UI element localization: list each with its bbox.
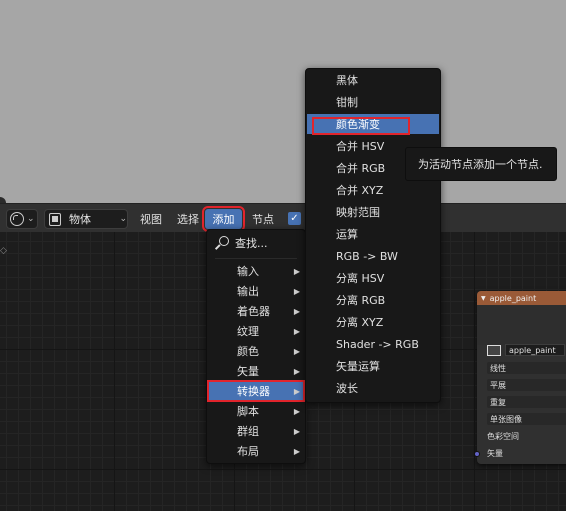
menu-item-label: 输入 [237,265,259,278]
converter-menu-item[interactable]: 分离 XYZ [307,312,439,332]
add-menu-item[interactable]: 布局 ▶ [208,441,304,461]
converter-menu-item[interactable]: 波长 [307,378,439,398]
converter-menu-item[interactable]: 矢量运算 [307,356,439,376]
add-menu-item[interactable]: 输入 ▶ [208,261,304,281]
menu-item-label: 纹理 [237,325,259,338]
add-menu: 查找... 输入 ▶ 输出 ▶ 着色器 ▶ 纹理 ▶ 颜色 ▶ 矢量 ▶ 转换器 ▶ 脚本 ▶ 群组 ▶ 布局 ▶ [206,229,306,464]
submenu-arrow-icon: ▶ [293,266,300,276]
menu-item-label: 布局 [237,445,259,458]
submenu-arrow-icon: ▶ [293,386,300,396]
search-menu-item[interactable]: 查找... [215,234,268,252]
menu-view[interactable]: 视图 [134,209,168,229]
projection-dropdown[interactable]: 平展 [487,379,566,391]
extension-dropdown[interactable]: 重复 [487,396,566,408]
converter-menu-item[interactable]: Shader -> RGB [307,334,439,354]
add-menu-item[interactable]: 矢量 ▶ [208,361,304,381]
interpolation-dropdown[interactable]: 线性 [487,362,566,374]
vector-input-label: 矢量 [487,448,503,458]
add-menu-item[interactable]: 颜色 ▶ [208,341,304,361]
node-title: apple_paint [489,293,537,303]
converter-menu-item[interactable]: 分离 HSV [307,268,439,288]
menu-separator [215,258,297,259]
menu-item-label: 颜色 [237,345,259,358]
menu-item-label: 矢量 [237,365,259,378]
image-icon [487,344,501,356]
menu-item-label: 着色器 [237,305,270,318]
submenu-arrow-icon: ▶ [293,286,300,296]
collapse-triangle-icon[interactable]: ▼ [481,295,486,302]
sidebar-toggle-icon[interactable]: ◇ [0,246,7,256]
submenu-arrow-icon: ▶ [293,306,300,316]
node-editor-header: ⌄ 物体 ⌄ 视图 选择 添加 节点 ✓ 使用 [0,203,566,232]
highlight-annotation-box [312,117,410,135]
image-selector[interactable]: apple_paint [487,344,565,356]
menu-item-label: 脚本 [237,405,259,418]
editor-type-selector[interactable]: ⌄ [6,209,38,229]
converter-menu-item[interactable]: 黑体 [307,70,439,90]
menu-add[interactable]: 添加 [202,206,245,232]
source-dropdown[interactable]: 单张图像 [487,413,566,425]
chevron-down-icon: ⌄ [119,214,127,224]
converter-menu-item[interactable]: 合并 XYZ [307,180,439,200]
add-menu-item[interactable]: 转换器 ▶ [207,380,305,402]
converter-menu-item[interactable]: RGB -> BW [307,246,439,266]
add-menu-item[interactable]: 脚本 ▶ [208,401,304,421]
submenu-arrow-icon: ▶ [293,426,300,436]
menu-node[interactable]: 节点 [246,209,280,229]
submenu-arrow-icon: ▶ [293,346,300,356]
menu-select[interactable]: 选择 [171,209,205,229]
converter-menu-item[interactable]: 映射范围 [307,202,439,222]
menu-item-label: 输出 [237,285,259,298]
object-type-label: 物体 [69,213,92,226]
vector-input-socket[interactable] [474,451,480,457]
node-header[interactable]: ▼ apple_paint [477,291,566,305]
search-icon [215,236,229,250]
tooltip: 为活动节点添加一个节点. [405,147,557,181]
image-texture-node[interactable]: ▼ apple_paint apple_paint 线性 平展 重复 单张图像 … [477,291,566,464]
menu-item-label: 群组 [237,425,259,438]
chevron-down-icon: ⌄ [27,214,35,224]
menu-item-label: 转换器 [237,385,270,398]
image-name-field[interactable]: apple_paint [505,344,565,356]
add-menu-item[interactable]: 输出 ▶ [208,281,304,301]
add-menu-item[interactable]: 群组 ▶ [208,421,304,441]
node-editor-icon [10,212,24,226]
submenu-arrow-icon: ▶ [293,406,300,416]
converter-menu-item[interactable]: 分离 RGB [307,290,439,310]
submenu-arrow-icon: ▶ [293,446,300,456]
object-type-dropdown[interactable]: 物体 ⌄ [44,209,128,229]
converter-menu-item[interactable]: 钳制 [307,92,439,112]
object-icon [49,212,62,226]
submenu-arrow-icon: ▶ [293,326,300,336]
search-label: 查找... [235,237,268,250]
add-menu-item[interactable]: 纹理 ▶ [208,321,304,341]
node-preview [477,305,566,345]
submenu-arrow-icon: ▶ [293,366,300,376]
add-menu-item[interactable]: 着色器 ▶ [208,301,304,321]
use-nodes-checkbox[interactable]: ✓ [288,212,301,225]
color-space-label: 色彩空间 [487,431,519,441]
converter-menu-item[interactable]: 运算 [307,224,439,244]
